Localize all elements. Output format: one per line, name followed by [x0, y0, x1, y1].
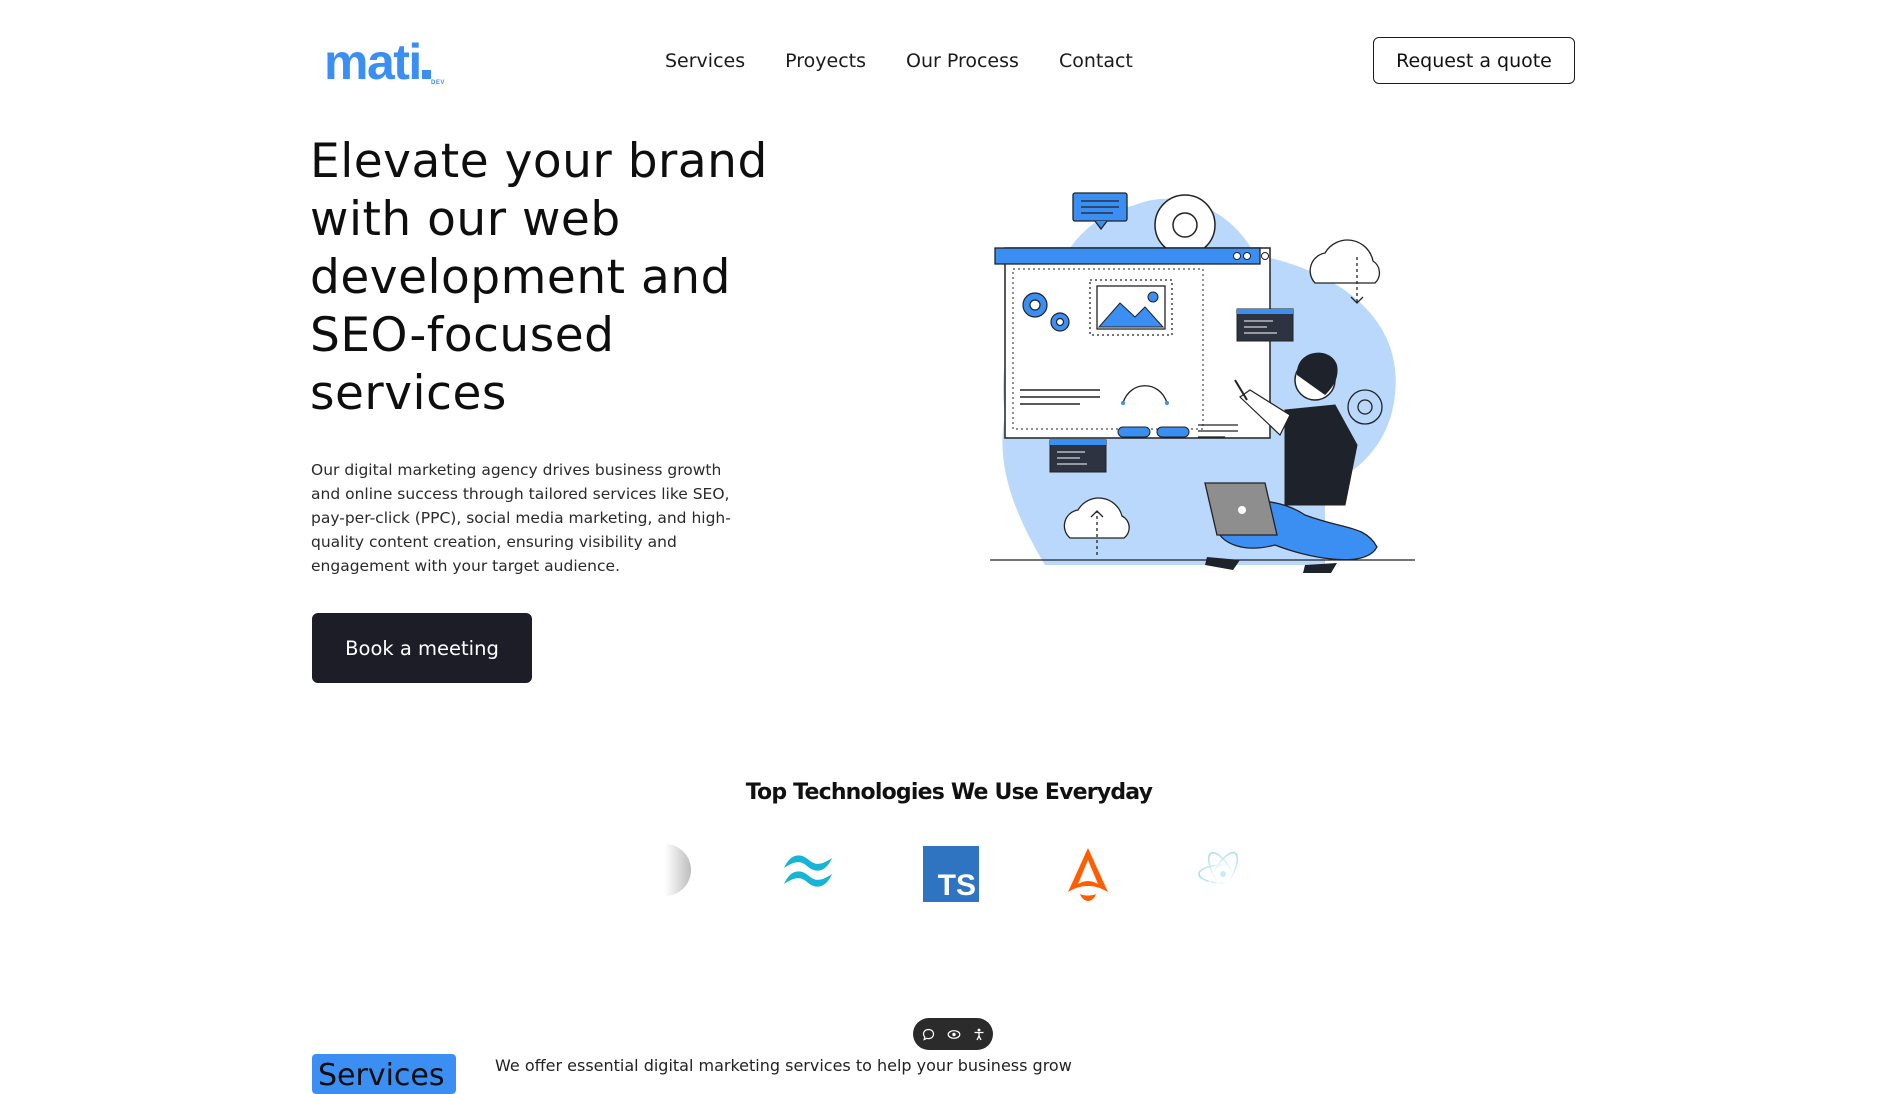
hero-title: Elevate your brand with our web developm… — [310, 134, 768, 421]
typescript-icon: TS — [923, 846, 979, 902]
request-quote-button[interactable]: Request a quote — [1373, 37, 1575, 84]
chat-icon[interactable] — [922, 1028, 935, 1041]
typescript-label: TS — [937, 869, 976, 902]
services-badge: Services — [312, 1054, 456, 1094]
nav-link-contact[interactable]: Contact — [1059, 48, 1133, 74]
nav-link-our-process[interactable]: Our Process — [906, 48, 1019, 74]
gear-top-icon — [1154, 194, 1216, 256]
nextjs-icon — [665, 844, 691, 896]
code-window-icon — [1049, 439, 1107, 473]
code-window-icon — [1236, 308, 1294, 342]
astro-icon — [1068, 848, 1108, 901]
book-meeting-button[interactable]: Book a meeting — [312, 613, 532, 683]
nav-link-proyects[interactable]: Proyects — [785, 48, 866, 74]
tailwindcss-icon — [784, 855, 832, 887]
eye-icon[interactable] — [947, 1028, 961, 1041]
hero-illustration — [990, 192, 1415, 573]
technologies-title: Top Technologies We Use Everyday — [745, 780, 1153, 805]
logo-suffix: DEV — [431, 80, 445, 86]
main-nav: Services Proyects Our Process Contact — [665, 48, 1133, 74]
floating-toolbar — [913, 1018, 993, 1050]
nav-link-services[interactable]: Services — [665, 48, 745, 74]
accessibility-icon[interactable] — [973, 1028, 985, 1041]
logo[interactable]: mati DEV — [324, 34, 444, 90]
logo-dot — [421, 70, 431, 79]
logo-text: mati — [324, 34, 422, 90]
react-icon — [1198, 851, 1248, 897]
services-intro: We offer essential digital marketing ser… — [495, 1056, 1072, 1075]
hero-description: Our digital marketing agency drives busi… — [311, 461, 731, 575]
